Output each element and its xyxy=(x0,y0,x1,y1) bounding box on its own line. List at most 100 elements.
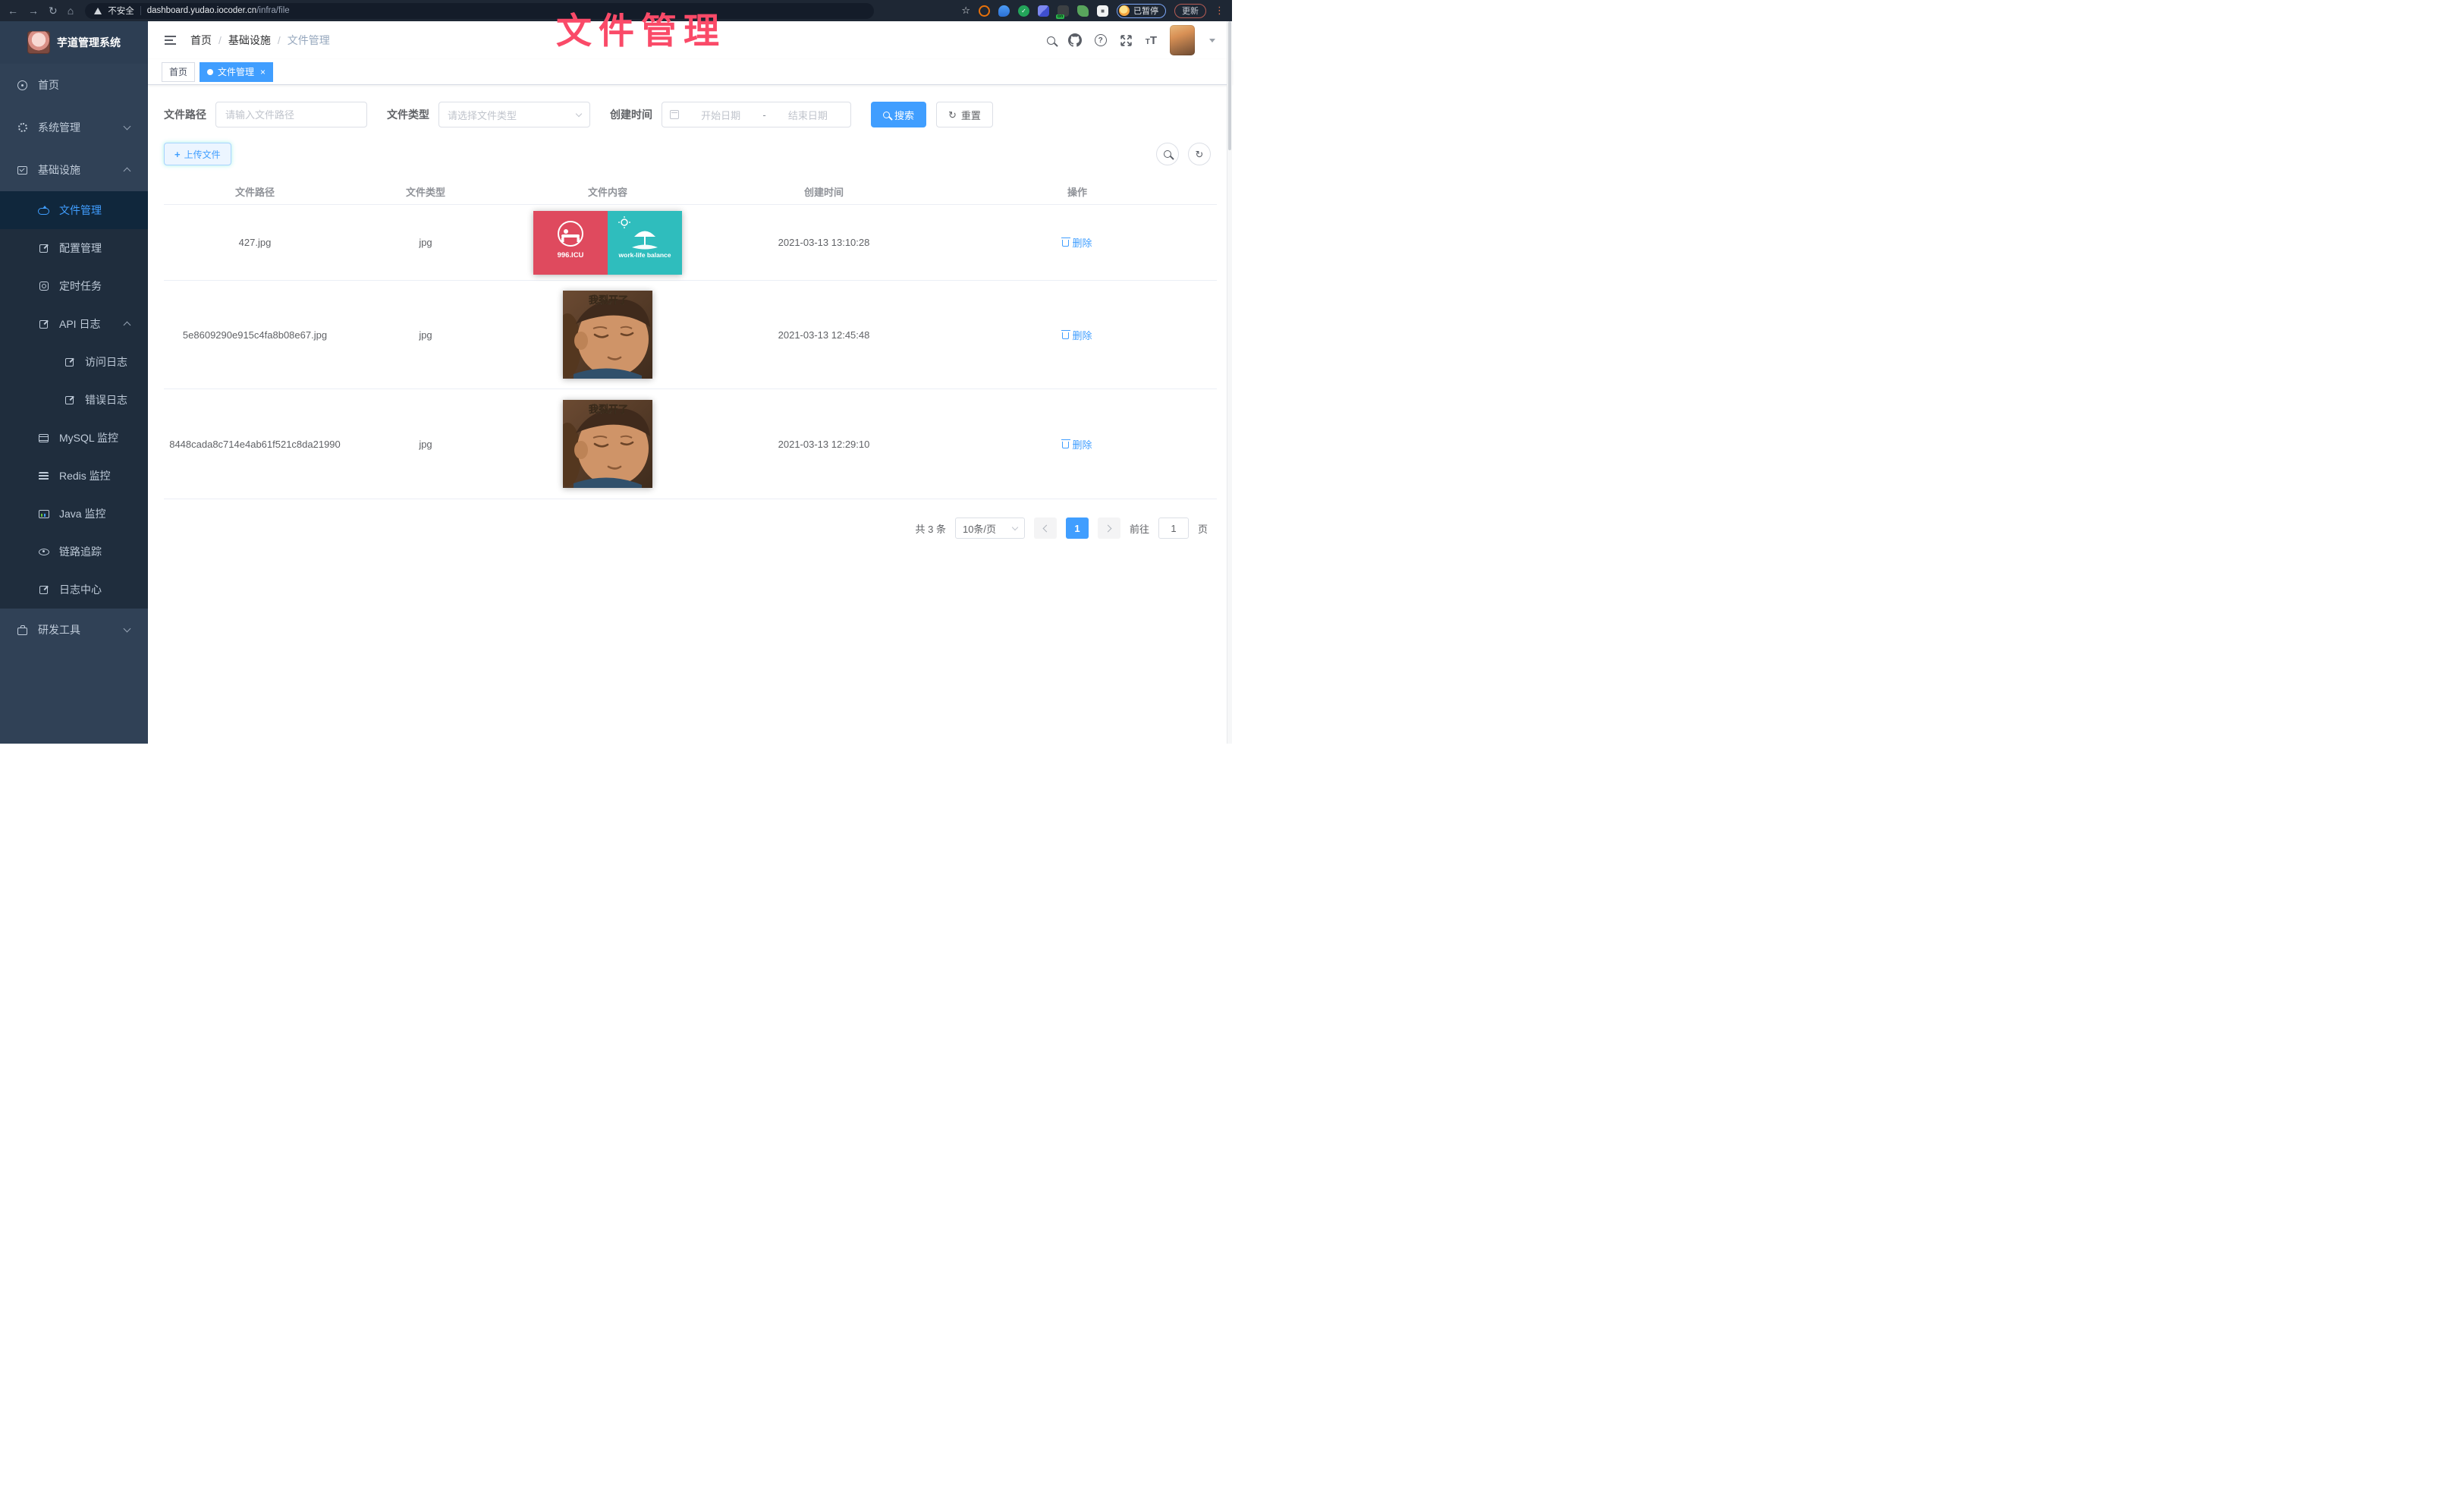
profile-paused-badge[interactable]: 已暂停 xyxy=(1117,4,1166,18)
next-page-button[interactable] xyxy=(1098,517,1120,539)
logo-image xyxy=(27,31,50,54)
sidebar-item-system[interactable]: 系统管理 xyxy=(0,106,148,149)
file-type-select[interactable]: 请选择文件类型 xyxy=(438,102,590,127)
sidebar-item-scheduled-jobs[interactable]: 定时任务 xyxy=(0,267,148,305)
extension-icon-blue-grid[interactable] xyxy=(1038,5,1049,17)
cell-actions: 删除 xyxy=(938,235,1217,250)
delete-button[interactable]: 删除 xyxy=(1062,235,1092,250)
prev-page-button[interactable] xyxy=(1034,517,1057,539)
reset-button[interactable]: ↻ 重置 xyxy=(936,102,993,127)
extension-icon-dark-on[interactable]: on xyxy=(1058,5,1069,17)
extension-icon-green-leaf[interactable] xyxy=(1077,5,1089,17)
main-area: 首页 / 基础设施 / 文件管理 ? TT 首页 文件管理 × xyxy=(148,21,1232,744)
pagination: 共 3 条 10条/页 1 前往 页 xyxy=(164,517,1217,539)
upload-file-button[interactable]: + 上传文件 xyxy=(164,143,231,165)
bookmark-star-icon[interactable]: ☆ xyxy=(961,5,970,17)
sidebar-item-mysql-monitor[interactable]: MySQL 监控 xyxy=(0,419,148,457)
redis-stack-icon xyxy=(38,472,49,480)
column-header-path: 文件路径 xyxy=(164,184,346,199)
tag-home[interactable]: 首页 xyxy=(162,62,195,82)
goto-page-input[interactable] xyxy=(1158,517,1189,539)
plus-icon: + xyxy=(174,149,181,160)
table-row: 5e8609290e915c4fa8b08e67.jpg jpg xyxy=(164,281,1217,389)
close-tag-icon[interactable]: × xyxy=(260,67,266,77)
user-avatar[interactable] xyxy=(1170,25,1195,55)
refresh-table-button[interactable]: ↻ xyxy=(1188,143,1211,165)
sidebar-item-tracing[interactable]: 链路追踪 xyxy=(0,533,148,571)
sidebar-item-label: MySQL 监控 xyxy=(59,430,118,445)
sidebar-item-label: 访问日志 xyxy=(85,354,127,370)
cell-created-time: 2021-03-13 12:45:48 xyxy=(710,329,938,341)
breadcrumb-home[interactable]: 首页 xyxy=(190,33,212,48)
delete-label: 删除 xyxy=(1072,328,1092,342)
gear-icon xyxy=(17,123,28,132)
document-icon xyxy=(64,358,75,366)
sidebar-menu: 首页 系统管理 基础设施 文件管理 配置管理 定时任务 xyxy=(0,64,148,744)
extension-icon-orange[interactable] xyxy=(979,5,990,17)
search-button[interactable]: 搜索 xyxy=(871,102,926,127)
update-button[interactable]: 更新 xyxy=(1174,4,1206,18)
extension-icon-puzzle[interactable]: ■ xyxy=(1097,5,1108,17)
sidebar-item-home[interactable]: 首页 xyxy=(0,64,148,106)
sidebar-item-api-log[interactable]: API 日志 xyxy=(0,305,148,343)
page-scrollbar[interactable] xyxy=(1227,21,1232,744)
file-path-input[interactable] xyxy=(215,102,367,127)
browser-reload-icon[interactable]: ↻ xyxy=(49,5,58,16)
extension-icon-green-check[interactable]: ✓ xyxy=(1018,5,1029,17)
chevron-up-icon xyxy=(124,322,131,329)
file-table: 文件路径 文件类型 文件内容 创建时间 操作 427.jpg jpg xyxy=(164,179,1217,499)
eye-icon xyxy=(38,549,49,555)
page-size-select[interactable]: 10条/页 xyxy=(955,517,1025,539)
search-button-label: 搜索 xyxy=(894,108,914,122)
collapse-sidebar-icon[interactable] xyxy=(165,36,176,45)
extension-icon-blue-drop[interactable] xyxy=(998,5,1010,17)
browser-toolbar-right: ☆ ✓ on ■ 已暂停 更新 ⋮ xyxy=(961,4,1224,18)
address-bar[interactable]: 不安全 dashboard.yudao.iocoder.cn/infra/fil… xyxy=(85,3,874,19)
calendar-icon xyxy=(670,110,679,119)
sidebar-item-label: 日志中心 xyxy=(59,582,102,597)
breadcrumb-section[interactable]: 基础设施 xyxy=(228,33,271,48)
file-thumbnail-crying-baby-meme[interactable]: 我裂开了 xyxy=(563,400,652,488)
page-number-button[interactable]: 1 xyxy=(1066,517,1089,539)
app-logo[interactable]: 芋道管理系统 xyxy=(0,21,148,64)
date-range-picker[interactable]: 开始日期 - 结束日期 xyxy=(662,102,851,127)
sidebar-item-error-log[interactable]: 错误日志 xyxy=(0,381,148,419)
fullscreen-icon[interactable] xyxy=(1120,34,1133,47)
scrollbar-thumb[interactable] xyxy=(1228,21,1231,150)
document-icon xyxy=(64,396,75,404)
sidebar-item-file-manage[interactable]: 文件管理 xyxy=(0,191,148,229)
sidebar-item-dev-tools[interactable]: 研发工具 xyxy=(0,609,148,651)
file-thumbnail-996icu-banner[interactable]: 996.ICU work-life balance xyxy=(533,211,682,275)
sidebar-item-config[interactable]: 配置管理 xyxy=(0,229,148,267)
page-unit-label: 页 xyxy=(1198,521,1208,536)
tag-file-manage[interactable]: 文件管理 × xyxy=(200,62,273,82)
help-icon[interactable]: ? xyxy=(1095,34,1107,46)
browser-menu-icon[interactable]: ⋮ xyxy=(1215,5,1224,17)
url-path: /infra/file xyxy=(256,6,289,15)
browser-home-icon[interactable]: ⌂ xyxy=(68,5,74,16)
file-thumbnail-crying-baby-meme[interactable]: 我裂开了 xyxy=(563,291,652,379)
log-center-icon xyxy=(38,586,49,594)
meme-caption: 我裂开了 xyxy=(589,404,628,415)
delete-button[interactable]: 删除 xyxy=(1062,437,1092,451)
cell-file-content: 我裂开了 xyxy=(505,400,710,488)
cell-file-path: 427.jpg xyxy=(164,237,346,248)
font-size-icon[interactable]: TT xyxy=(1146,35,1157,46)
sidebar-item-log-center[interactable]: 日志中心 xyxy=(0,571,148,609)
sidebar-item-access-log[interactable]: 访问日志 xyxy=(0,343,148,381)
toggle-search-button[interactable] xyxy=(1156,143,1179,165)
sidebar-item-redis-monitor[interactable]: Redis 监控 xyxy=(0,457,148,495)
sidebar: 芋道管理系统 首页 系统管理 基础设施 文件管理 xyxy=(0,21,148,744)
security-label: 不安全 xyxy=(108,5,134,17)
delete-button[interactable]: 删除 xyxy=(1062,328,1092,342)
browser-forward-icon[interactable]: → xyxy=(28,5,39,16)
sidebar-item-java-monitor[interactable]: Java 监控 xyxy=(0,495,148,533)
search-icon[interactable] xyxy=(1047,36,1055,45)
sidebar-item-infra[interactable]: 基础设施 xyxy=(0,149,148,191)
browser-back-icon[interactable]: ← xyxy=(8,5,18,16)
cell-file-type: jpg xyxy=(346,439,505,450)
log-icon xyxy=(38,320,49,329)
github-icon[interactable] xyxy=(1068,33,1082,47)
upload-button-label: 上传文件 xyxy=(184,148,221,161)
avatar-caret-down-icon[interactable] xyxy=(1209,39,1215,42)
